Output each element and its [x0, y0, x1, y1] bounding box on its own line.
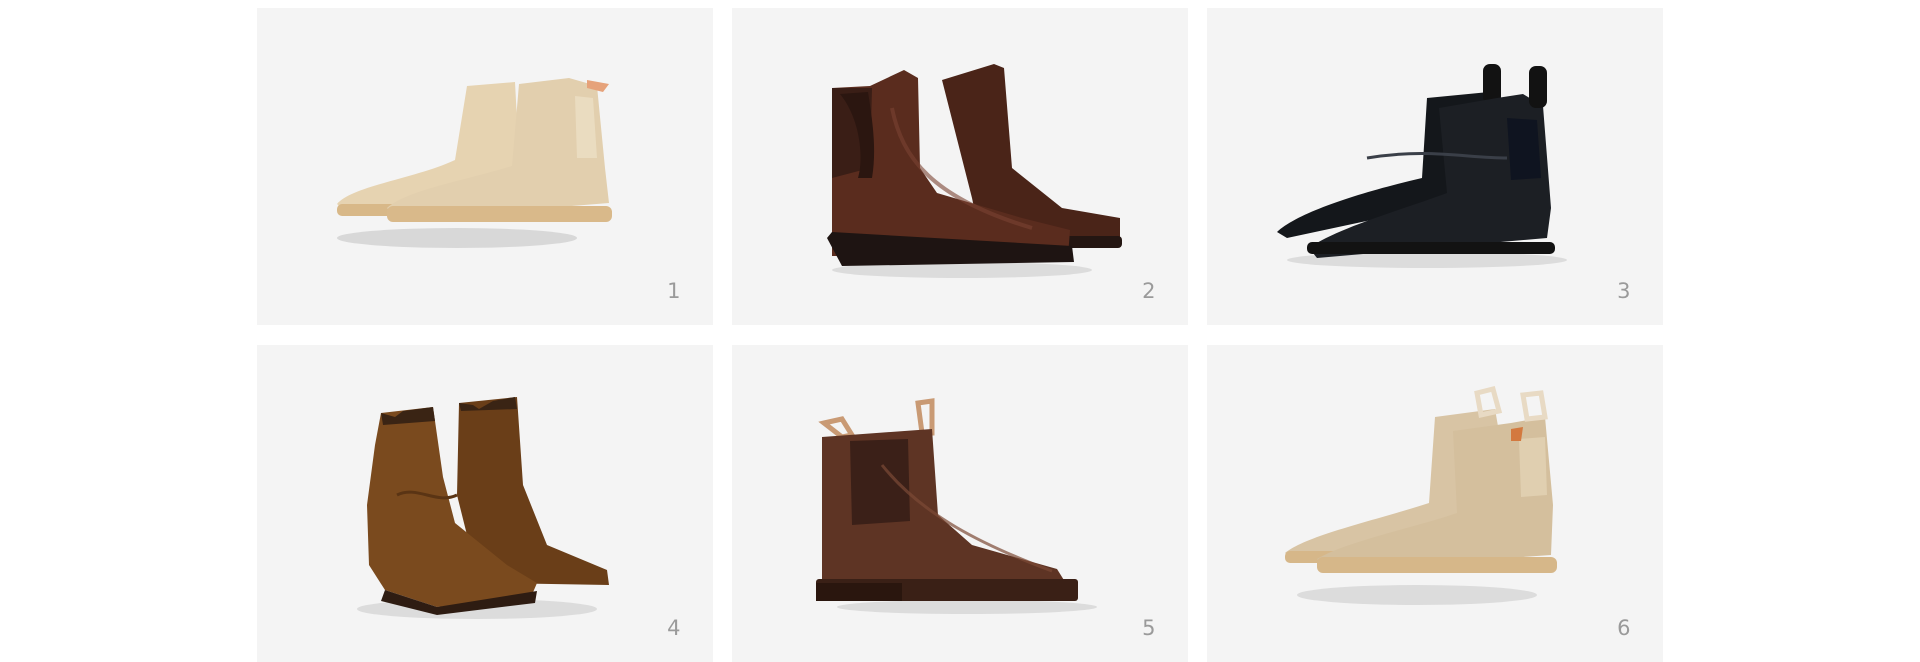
- brown-leather-pull-tab-boot-icon: [816, 398, 1097, 614]
- brown-suede-western-boot-icon: [357, 397, 609, 619]
- product-number: 2: [1142, 279, 1156, 303]
- product-card[interactable]: 5: [732, 345, 1188, 662]
- product-number: 1: [667, 279, 681, 303]
- product-number: 5: [1142, 616, 1156, 640]
- product-card[interactable]: 1: [257, 8, 713, 325]
- brown-leather-chelsea-boot-icon: [827, 64, 1122, 278]
- sand-suede-chelsea-boot-icon: [1285, 385, 1557, 605]
- tan-suede-chelsea-boot-icon: [337, 78, 612, 248]
- product-card[interactable]: 2: [732, 8, 1188, 325]
- product-card[interactable]: 4: [257, 345, 713, 662]
- product-number: 6: [1617, 616, 1631, 640]
- product-number: 3: [1617, 279, 1631, 303]
- product-grid: 1 2 3 4 5 6: [257, 8, 1663, 662]
- product-card[interactable]: 6: [1207, 345, 1663, 662]
- product-number: 4: [667, 616, 681, 640]
- black-leather-chelsea-boot-icon: [1277, 64, 1567, 268]
- product-card[interactable]: 3: [1207, 8, 1663, 325]
